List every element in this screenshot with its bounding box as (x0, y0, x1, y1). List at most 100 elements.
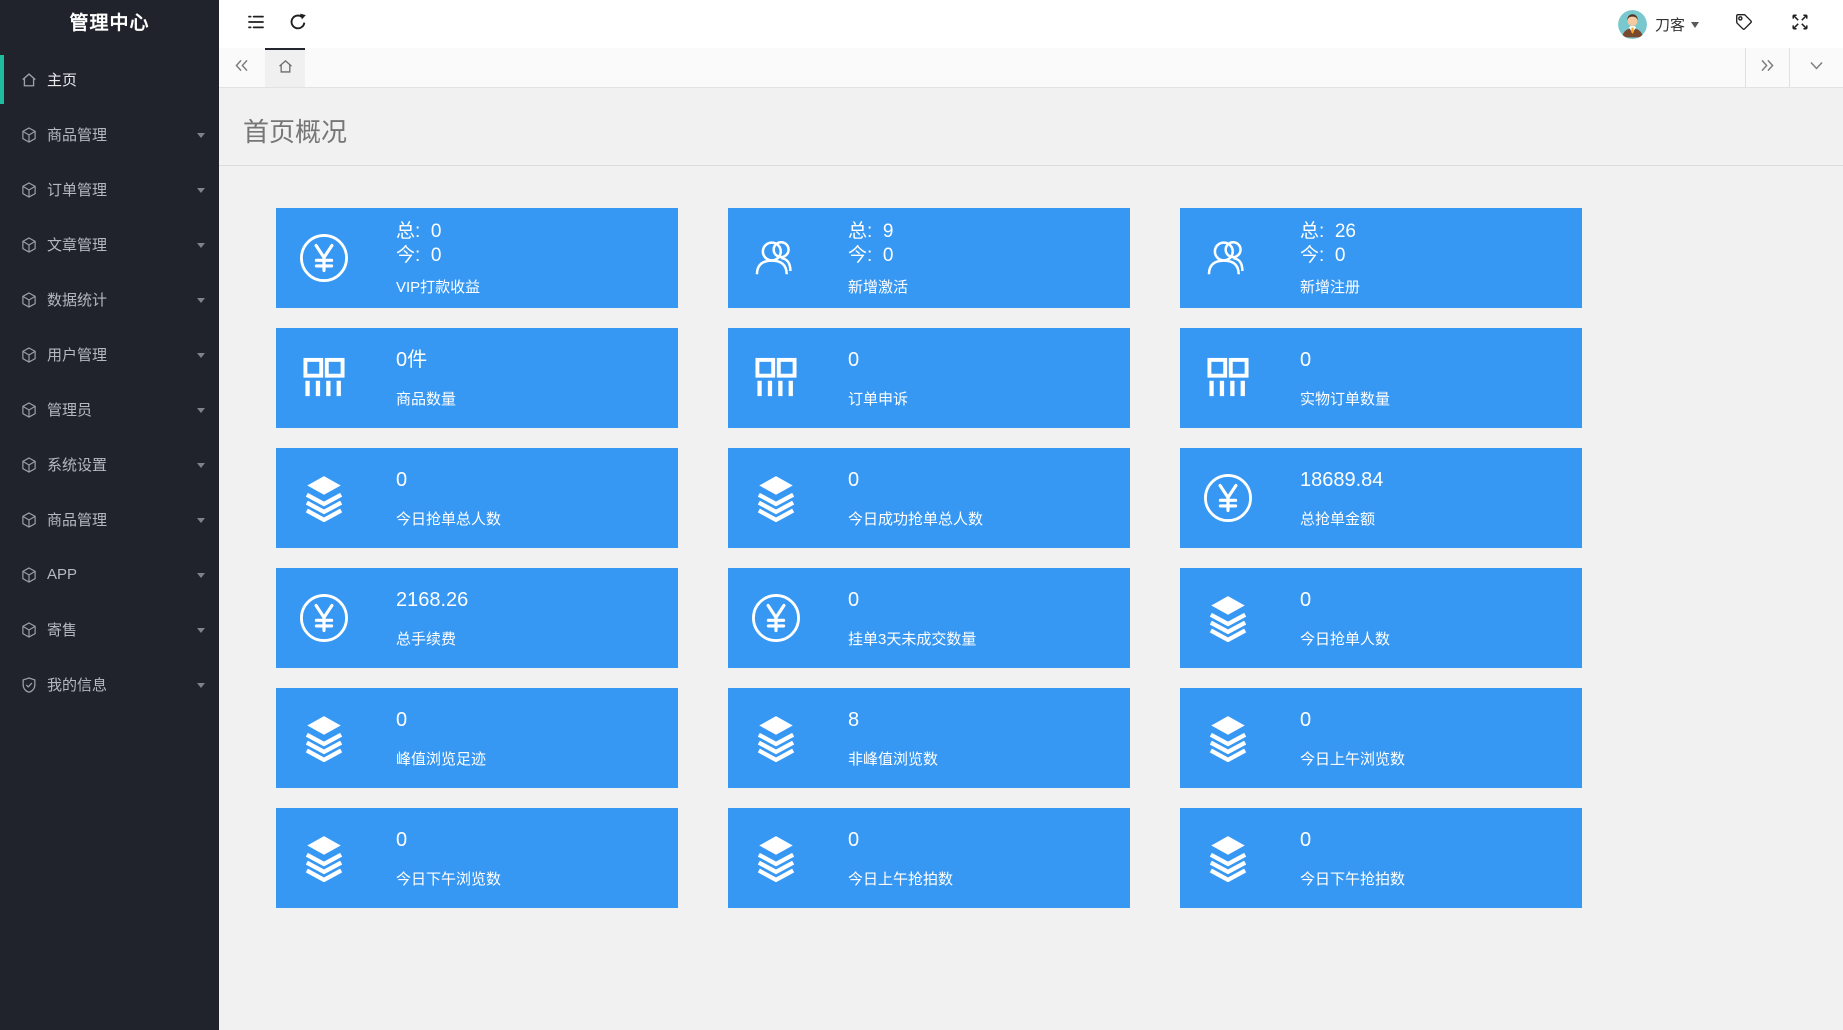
tabs-scroll-left-button[interactable] (219, 48, 263, 87)
stat-card-label: 总手续费 (396, 628, 468, 649)
refresh-button[interactable] (277, 0, 319, 48)
avatar[interactable] (1618, 10, 1647, 39)
sidebar-item-system-settings[interactable]: 系统设置 (0, 437, 219, 492)
stat-card-value: 8 (848, 708, 938, 732)
cube-icon (20, 566, 38, 584)
stat-card-value: 2168.26 (396, 588, 468, 612)
sidebar-item-goods-mgmt[interactable]: 商品管理 (0, 107, 219, 162)
stat-card-total-fee: 2168.26 总手续费 (276, 568, 678, 668)
chevron-down-icon (1691, 22, 1699, 32)
stat-card-value: 0 (1300, 588, 1390, 612)
home-icon (277, 58, 294, 80)
tag-button[interactable] (1723, 0, 1765, 48)
stat-card-value: 0 (396, 828, 501, 852)
stat-card-values: 0 (1300, 348, 1390, 372)
stat-card-today-pm-views: 0 今日下午浏览数 (276, 808, 678, 908)
stat-card-text: 0 今日抢单人数 (1300, 588, 1390, 649)
stat-card-new-activations: 总: 9今: 0 新增激活 (728, 208, 1130, 308)
refresh-icon (288, 12, 308, 37)
stat-card-value: 总: 0 (396, 220, 480, 244)
home-icon (20, 71, 38, 89)
stat-card-text: 0 挂单3天未成交数量 (848, 588, 976, 649)
tag-icon (1734, 12, 1754, 37)
stat-card-values: 0 (848, 348, 908, 372)
users-icon (750, 232, 802, 284)
sidebar-item-app[interactable]: APP (0, 547, 219, 602)
stat-card-today-pm-grabs: 0 今日下午抢拍数 (1180, 808, 1582, 908)
sidebar-item-label: 系统设置 (47, 454, 197, 475)
user-menu[interactable]: 刀客 (1655, 14, 1699, 35)
stat-card-values: 0 (1300, 828, 1405, 852)
stat-card-value: 0 (848, 588, 976, 612)
yen-icon (750, 592, 802, 644)
stat-card-values: 0 (848, 588, 976, 612)
layers-icon (298, 712, 350, 764)
stat-card-value: 0 (848, 828, 953, 852)
stat-card-values: 18689.84 (1300, 468, 1383, 492)
stat-card-text: 18689.84 总抢单金额 (1300, 468, 1383, 529)
sidebar-item-label: 商品管理 (47, 509, 197, 530)
cube-icon (20, 621, 38, 639)
sidebar-item-user-mgmt[interactable]: 用户管理 (0, 327, 219, 382)
chevron-down-icon (197, 683, 205, 692)
sidebar-item-order-mgmt[interactable]: 订单管理 (0, 162, 219, 217)
tabs-menu-button[interactable] (1789, 48, 1843, 87)
stat-card-label: 今日上午抢拍数 (848, 868, 953, 889)
stat-card-offpeak-view-count: 8 非峰值浏览数 (728, 688, 1130, 788)
fullscreen-button[interactable] (1779, 0, 1821, 48)
stat-card-new-registrations: 总: 26今: 0 新增注册 (1180, 208, 1582, 308)
stat-card-today-grab-total-users: 0 今日抢单总人数 (276, 448, 678, 548)
chevron-down-icon (197, 133, 205, 142)
stat-card-total-grab-amount: 18689.84 总抢单金额 (1180, 448, 1582, 548)
stat-card-text: 总: 26今: 0 新增注册 (1300, 220, 1360, 297)
shield-icon (20, 676, 38, 694)
chevron-down-icon (197, 573, 205, 582)
stat-card-text: 2168.26 总手续费 (396, 588, 468, 649)
layers-icon (750, 712, 802, 764)
stat-card-values: 0 (1300, 708, 1405, 732)
sidebar-title: 管理中心 (0, 0, 219, 48)
sidebar-item-consignment[interactable]: 寄售 (0, 602, 219, 657)
sidebar-item-goods-mgmt-2[interactable]: 商品管理 (0, 492, 219, 547)
sidebar-item-admin[interactable]: 管理员 (0, 382, 219, 437)
sidebar-item-home[interactable]: 主页 (0, 52, 219, 107)
sidebar-item-my-info[interactable]: 我的信息 (0, 657, 219, 712)
stat-card-label: 商品数量 (396, 388, 456, 409)
sidebar-item-label: 订单管理 (47, 179, 197, 200)
cube-icon (20, 511, 38, 529)
sidebar-collapse-button[interactable] (235, 0, 277, 48)
topbar-right: 刀客 (1618, 0, 1821, 48)
sidebar-item-article-mgmt[interactable]: 文章管理 (0, 217, 219, 272)
stat-card-label: VIP打款收益 (396, 276, 480, 297)
stat-card-text: 总: 0今: 0 VIP打款收益 (396, 220, 480, 297)
stat-card-values: 0 (848, 828, 953, 852)
stat-card-values: 0 (396, 708, 486, 732)
stat-card-value: 0 (1300, 828, 1405, 852)
stat-card-values: 0件 (396, 348, 456, 372)
sidebar-item-data-stats[interactable]: 数据统计 (0, 272, 219, 327)
stat-card-values: 0 (396, 468, 501, 492)
tabs-scroll-right-button[interactable] (1745, 48, 1789, 87)
cards-grid: 总: 0今: 0 VIP打款收益 总: 9今: 0 新增激活 总: 26今: 0… (276, 208, 1843, 908)
goods-icon (750, 352, 802, 404)
stat-card-label: 今日上午浏览数 (1300, 748, 1405, 769)
stat-card-label: 实物订单数量 (1300, 388, 1390, 409)
chevron-down-icon (197, 298, 205, 307)
chevron-down-icon (1808, 57, 1825, 79)
stat-card-physical-order-count: 0 实物订单数量 (1180, 328, 1582, 428)
chevron-down-icon (197, 188, 205, 197)
layers-icon (750, 472, 802, 524)
stat-card-text: 总: 9今: 0 新增激活 (848, 220, 908, 297)
stat-card-values: 2168.26 (396, 588, 468, 612)
user-name: 刀客 (1655, 14, 1685, 35)
stat-card-label: 非峰值浏览数 (848, 748, 938, 769)
sidebar-item-label: 用户管理 (47, 344, 197, 365)
stat-card-label: 挂单3天未成交数量 (848, 628, 976, 649)
stat-card-values: 0 (1300, 588, 1390, 612)
sidebar-item-label: 文章管理 (47, 234, 197, 255)
stat-card-goods-count: 0件 商品数量 (276, 328, 678, 428)
stat-card-values: 总: 9今: 0 (848, 220, 908, 268)
tab-home[interactable] (265, 48, 305, 87)
layers-icon (1202, 712, 1254, 764)
stat-card-value: 0件 (396, 348, 456, 372)
